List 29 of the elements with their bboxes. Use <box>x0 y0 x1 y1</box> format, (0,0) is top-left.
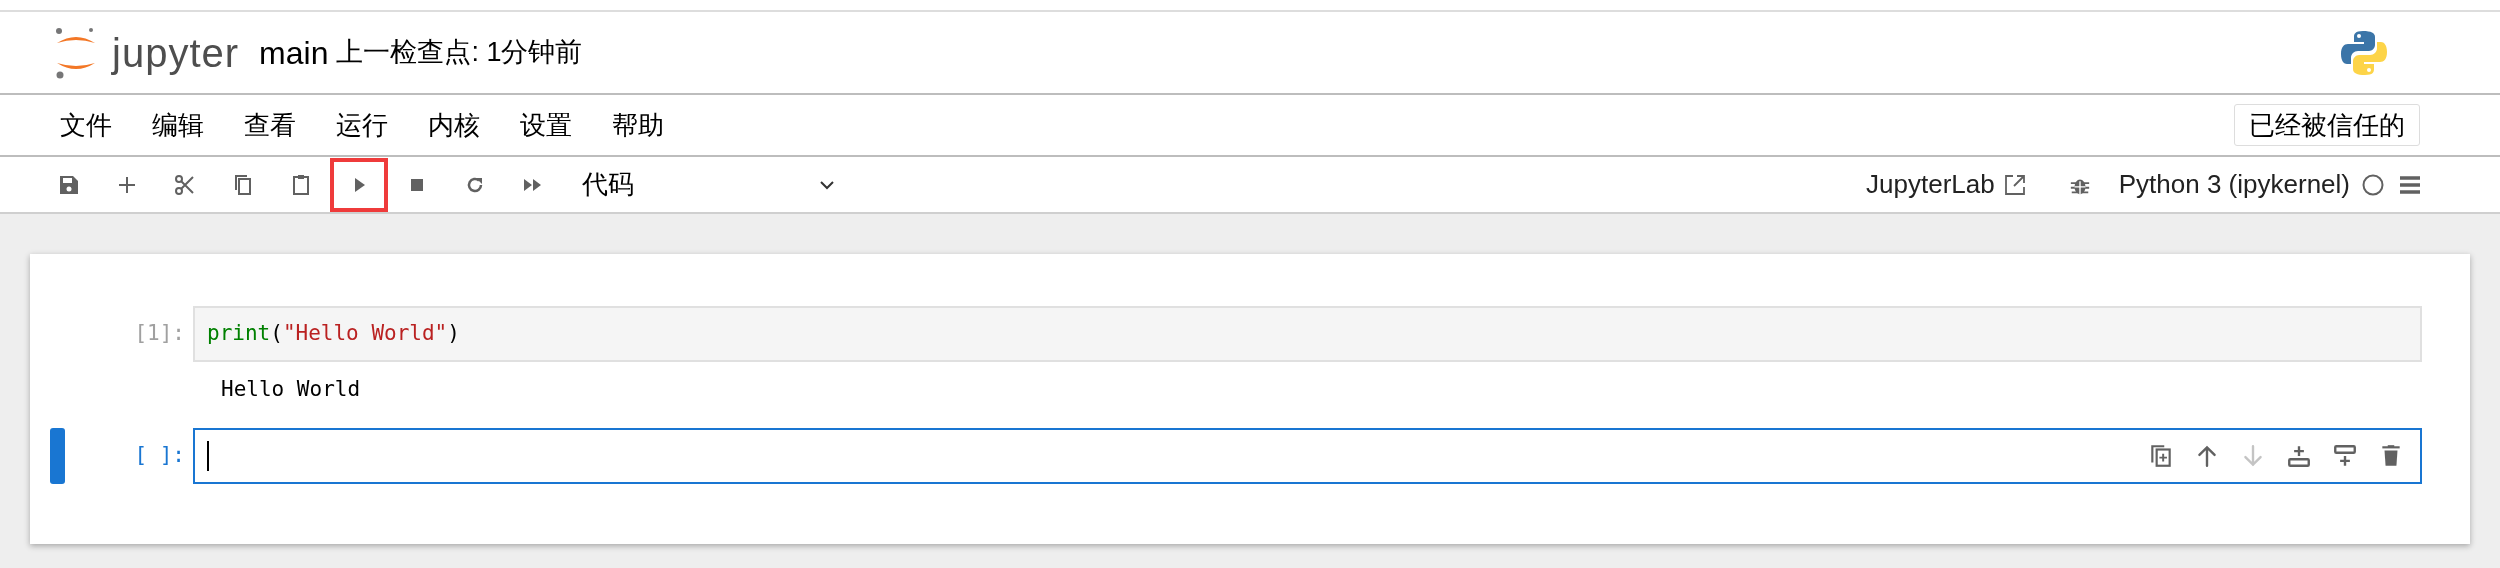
menu-item[interactable]: 设置 <box>500 105 592 145</box>
logo-text: jupyter <box>112 29 240 77</box>
menu-item[interactable]: 文件 <box>40 105 132 145</box>
cell-prompt: [1]: <box>133 320 186 347</box>
menu-item[interactable]: 查看 <box>224 105 316 145</box>
cell-prompt: [ ]: <box>133 441 186 469</box>
code-input[interactable] <box>193 427 2422 484</box>
scissors-icon <box>173 172 197 197</box>
trusted-button[interactable]: 已经被信任的 <box>2234 104 2420 146</box>
menu-icon[interactable] <box>2400 175 2420 194</box>
text-cursor <box>207 440 209 471</box>
checkpoint-status: 上一检查点: 1分钟前 <box>336 36 583 70</box>
code-line: print("Hello World") <box>207 320 460 348</box>
menu-item[interactable]: 帮助 <box>592 105 684 145</box>
menu-item[interactable]: 内核 <box>408 105 500 145</box>
jupyterlab-link[interactable]: JupyterLab <box>1866 165 2027 204</box>
menu-item[interactable]: 运行 <box>316 105 408 145</box>
notebook-name[interactable]: main <box>259 28 329 77</box>
cell-output: Hello World <box>220 376 362 403</box>
toolbar-button[interactable] <box>330 157 388 212</box>
chevron-down-icon <box>818 178 836 191</box>
duplicate-icon[interactable] <box>2148 442 2174 469</box>
code-input[interactable]: print("Hello World") <box>193 306 2422 362</box>
kernel-name[interactable]: Python 3 (ipykernel) <box>2118 165 2350 204</box>
python-logo-icon <box>2340 28 2388 77</box>
external-link-icon <box>2002 172 2027 197</box>
cell-type-dropdown[interactable]: 代码 <box>582 162 982 207</box>
insert-below-icon[interactable] <box>2332 442 2358 469</box>
menu-item[interactable]: 编辑 <box>132 105 224 145</box>
